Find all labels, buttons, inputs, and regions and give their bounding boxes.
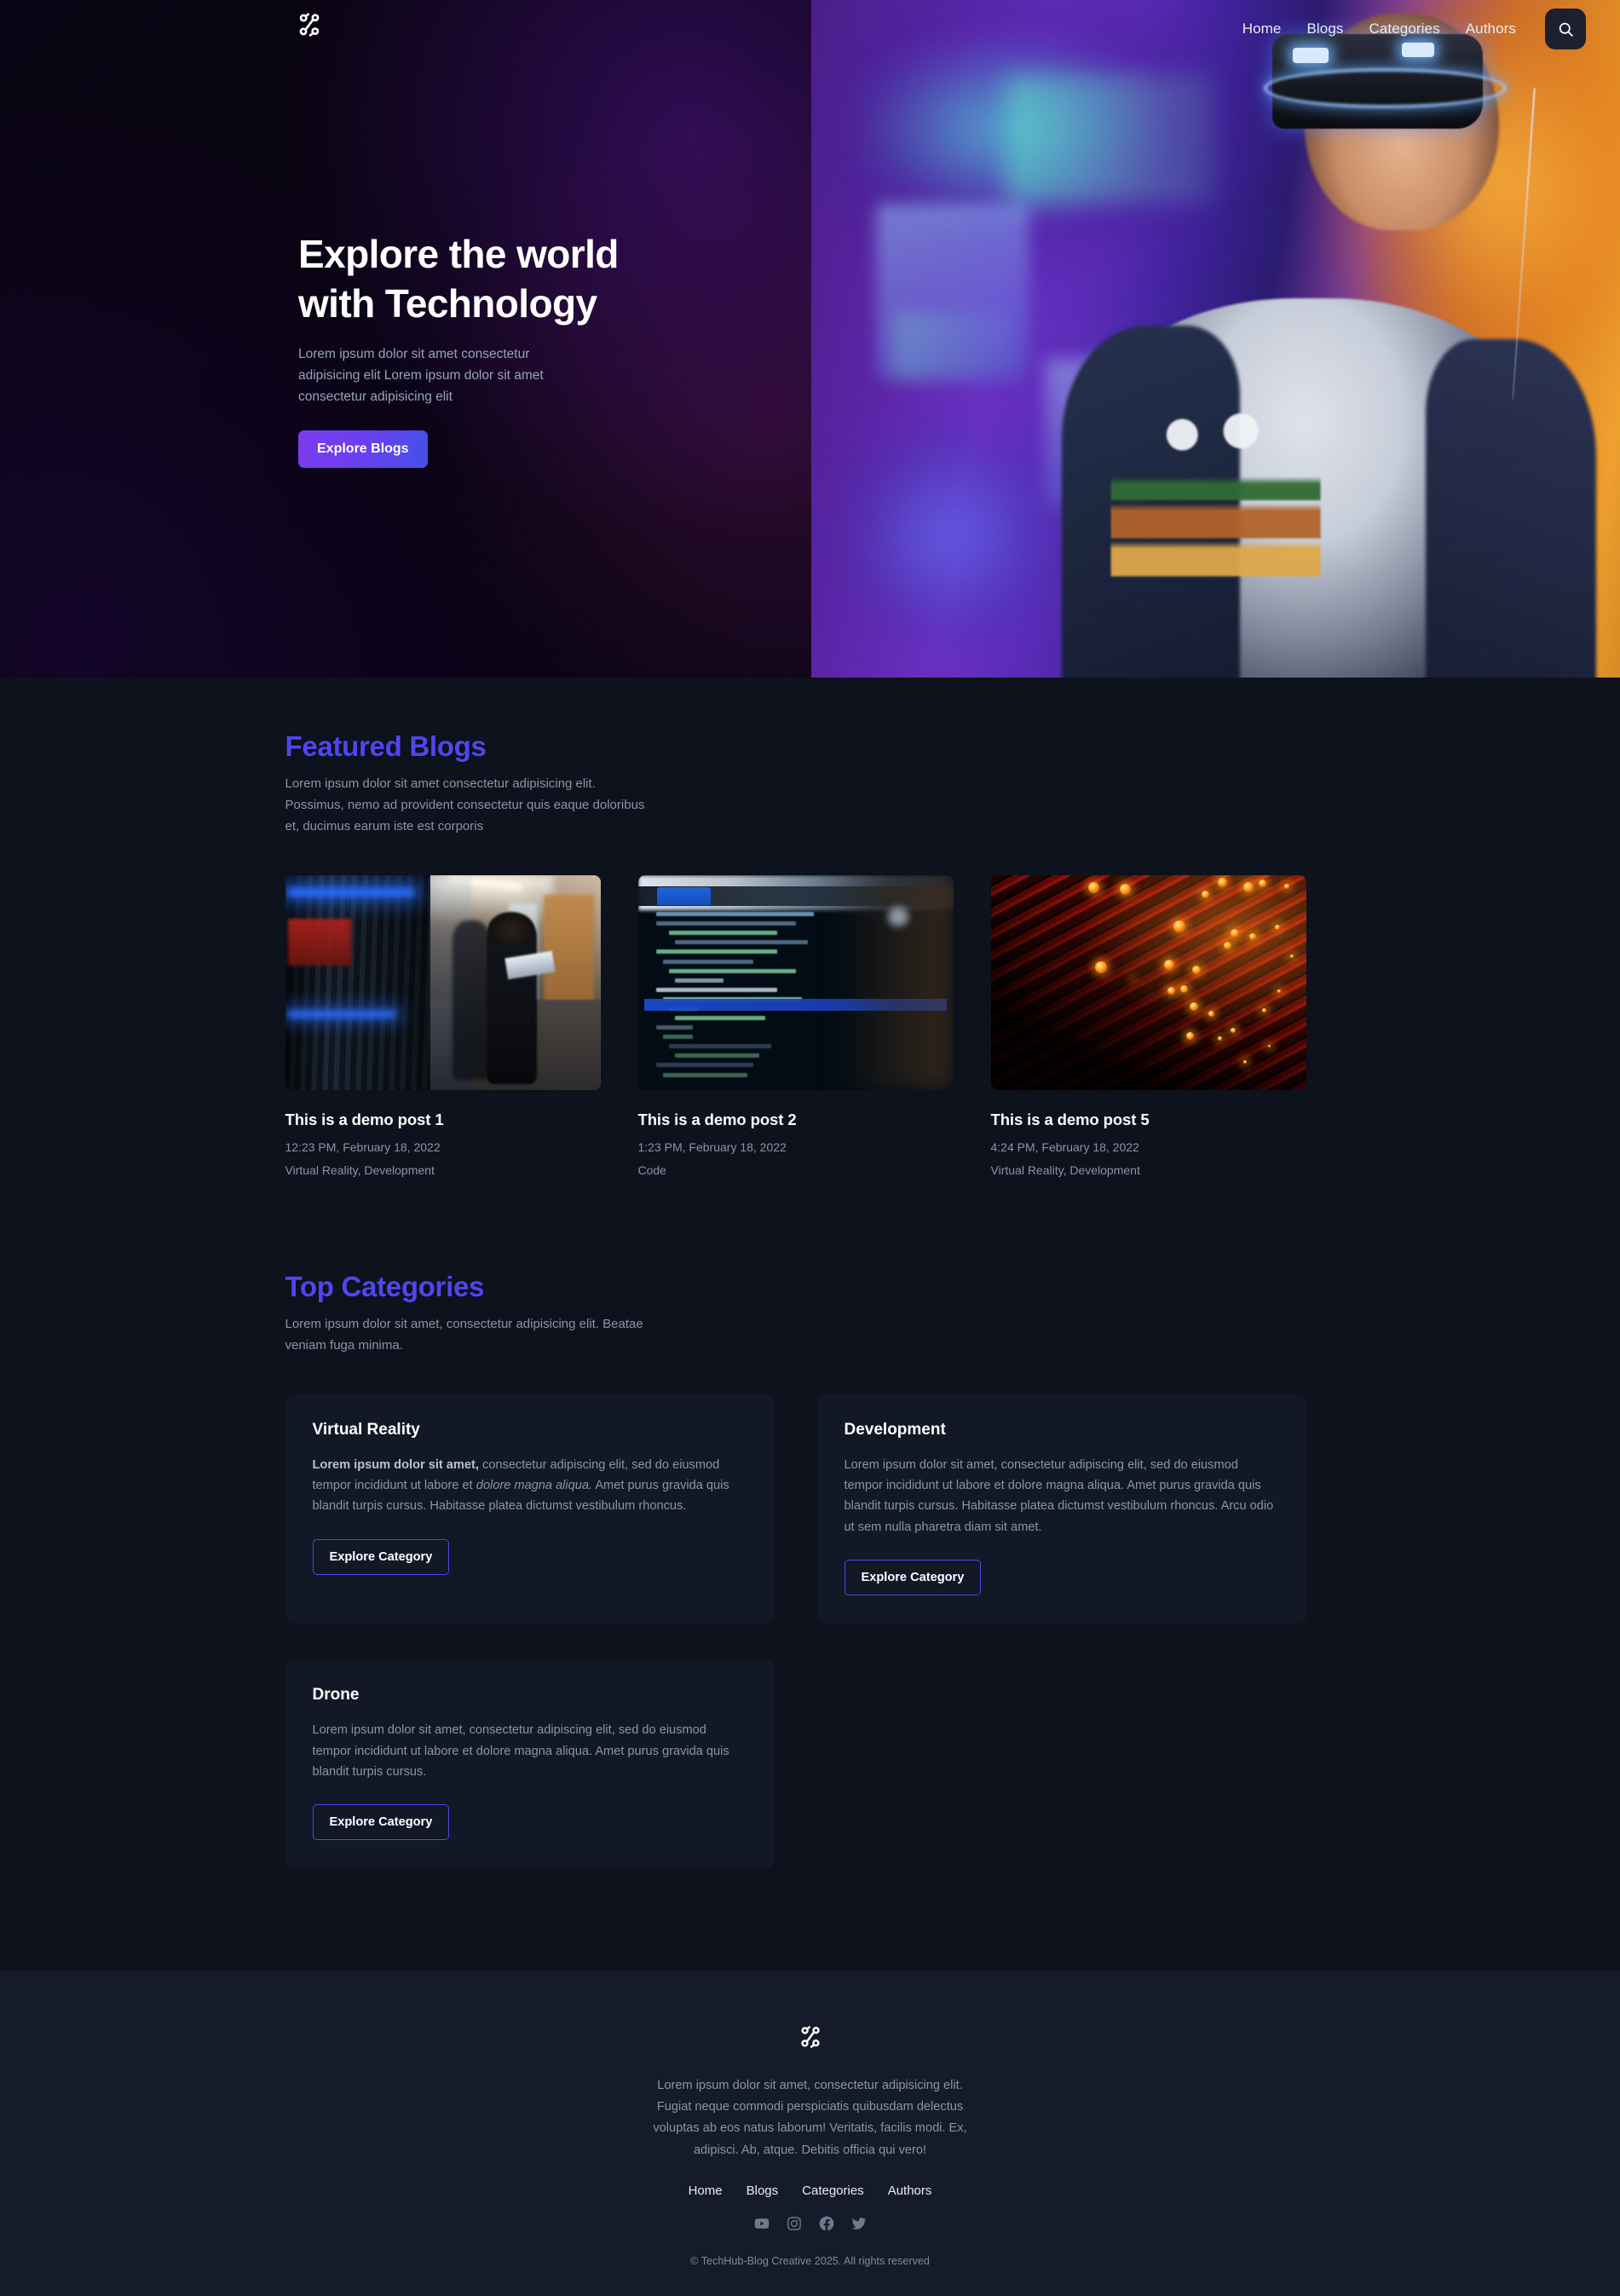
blog-card-title[interactable]: This is a demo post 2 (638, 1111, 954, 1129)
blog-card-categories: Virtual Reality, Development (990, 1163, 1140, 1178)
blog-card-image[interactable] (285, 875, 601, 1091)
categories-grid: Virtual Reality Lorem ipsum dolor sit am… (285, 1393, 1335, 1869)
explore-category-button[interactable]: Explore Category (844, 1560, 982, 1596)
nav-item-authors[interactable]: Authors (1466, 20, 1516, 37)
network-nodes-logo-icon[interactable] (295, 10, 324, 39)
blog-card-title[interactable]: This is a demo post 5 (991, 1111, 1306, 1129)
main-navigation: Home Blogs Categories Authors (1242, 9, 1586, 49)
category-description: Lorem ipsum dolor sit amet, consectetur … (313, 1455, 747, 1517)
explore-blogs-button[interactable]: Explore Blogs (298, 430, 428, 469)
blog-card-date: 1:23 PM, February 18, 2022 (637, 1140, 787, 1155)
nav-item-home[interactable]: Home (1242, 20, 1282, 37)
category-description: Lorem ipsum dolor sit amet, consectetur … (844, 1457, 1274, 1534)
category-description-italic: dolore magna aliqua. (476, 1479, 593, 1493)
featured-blogs-section: Featured Blogs Lorem ipsum dolor sit ame… (0, 678, 1620, 1178)
instagram-icon[interactable] (786, 2215, 803, 2236)
footer-nav-item-home[interactable]: Home (689, 2184, 723, 2198)
twitter-icon[interactable] (850, 2215, 868, 2236)
top-categories-subtitle: Lorem ipsum dolor sit amet, consectetur … (285, 1317, 643, 1353)
facebook-icon[interactable] (818, 2215, 835, 2236)
category-description-bold: Lorem ipsum dolor sit amet, (312, 1457, 479, 1472)
category-name: Development (844, 1420, 946, 1439)
nav-item-categories[interactable]: Categories (1369, 20, 1439, 37)
blog-card[interactable]: This is a demo post 5 4:24 PM, February … (990, 875, 1306, 1178)
browser-devtools-inspector-image (637, 875, 954, 1091)
footer-nav-item-blogs[interactable]: Blogs (747, 2184, 779, 2198)
search-icon (1559, 22, 1573, 37)
hero-subtitle: Lorem ipsum dolor sit amet consectetur a… (298, 346, 544, 405)
explore-category-button[interactable]: Explore Category (312, 1538, 450, 1575)
blog-card[interactable]: This is a demo post 1 12:23 PM, February… (285, 875, 601, 1177)
footer-navigation: Home Blogs Categories Authors (0, 2184, 1620, 2198)
hero-copy: Explore the world with Technology Lorem … (298, 230, 656, 469)
featured-blogs-grid: This is a demo post 1 12:23 PM, February… (285, 875, 1335, 1177)
blog-card-title[interactable]: This is a demo post 1 (285, 1111, 601, 1129)
hero-title: Explore the world with Technology (298, 230, 656, 329)
youtube-icon[interactable] (753, 2215, 770, 2236)
blog-card-categories: Virtual Reality, Development (285, 1163, 435, 1178)
blog-card-image[interactable] (990, 875, 1306, 1091)
footer-nav-item-authors[interactable]: Authors (888, 2184, 932, 2198)
hero-photo-vr (811, 0, 1620, 678)
fiber-optic-strands-image (990, 875, 1306, 1091)
blog-card-categories: Code (637, 1163, 666, 1178)
social-links (0, 2215, 1620, 2236)
category-card-virtual-reality: Virtual Reality Lorem ipsum dolor sit am… (285, 1393, 775, 1624)
footer-description: Lorem ipsum dolor sit amet, consectetur … (653, 2079, 967, 2157)
woman-with-laptop-in-server-room-image (285, 875, 601, 1091)
copyright-text: © TechHub-Blog Creative 2025. All rights… (690, 2254, 930, 2267)
hero-title-line2: with Technology (298, 280, 597, 326)
hero-image-panel (811, 0, 1620, 678)
blog-card-image[interactable] (637, 875, 954, 1091)
category-description: Lorem ipsum dolor sit amet, consectetur … (312, 1723, 729, 1779)
category-name: Drone (312, 1686, 360, 1705)
top-categories-title: Top Categories (285, 1271, 485, 1303)
category-name: Virtual Reality (312, 1420, 420, 1439)
footer-nav-item-categories[interactable]: Categories (802, 2184, 864, 2198)
category-card-development: Development Lorem ipsum dolor sit amet, … (816, 1393, 1306, 1624)
featured-blogs-title: Featured Blogs (285, 730, 487, 762)
hero-title-line1: Explore the world (298, 232, 619, 276)
category-card-drone: Drone Lorem ipsum dolor sit amet, consec… (285, 1659, 775, 1869)
featured-blogs-subtitle: Lorem ipsum dolor sit amet consectetur a… (285, 776, 645, 834)
site-header: Home Blogs Categories Authors (0, 0, 1620, 55)
blog-card-date: 12:23 PM, February 18, 2022 (285, 1140, 441, 1155)
search-button[interactable] (1545, 9, 1586, 49)
hero-section: Home Blogs Categories Authors Explore th… (0, 0, 1620, 678)
blog-card[interactable]: This is a demo post 2 1:23 PM, February … (637, 875, 954, 1178)
nav-item-blogs[interactable]: Blogs (1306, 20, 1343, 37)
top-categories-section: Top Categories Lorem ipsum dolor sit ame… (0, 1177, 1620, 1971)
footer-network-nodes-logo-icon[interactable] (797, 2023, 824, 2051)
site-footer: Lorem ipsum dolor sit amet, consectetur … (0, 1970, 1620, 2296)
explore-category-button[interactable]: Explore Category (312, 1804, 450, 1841)
blog-card-date: 4:24 PM, February 18, 2022 (990, 1140, 1139, 1155)
